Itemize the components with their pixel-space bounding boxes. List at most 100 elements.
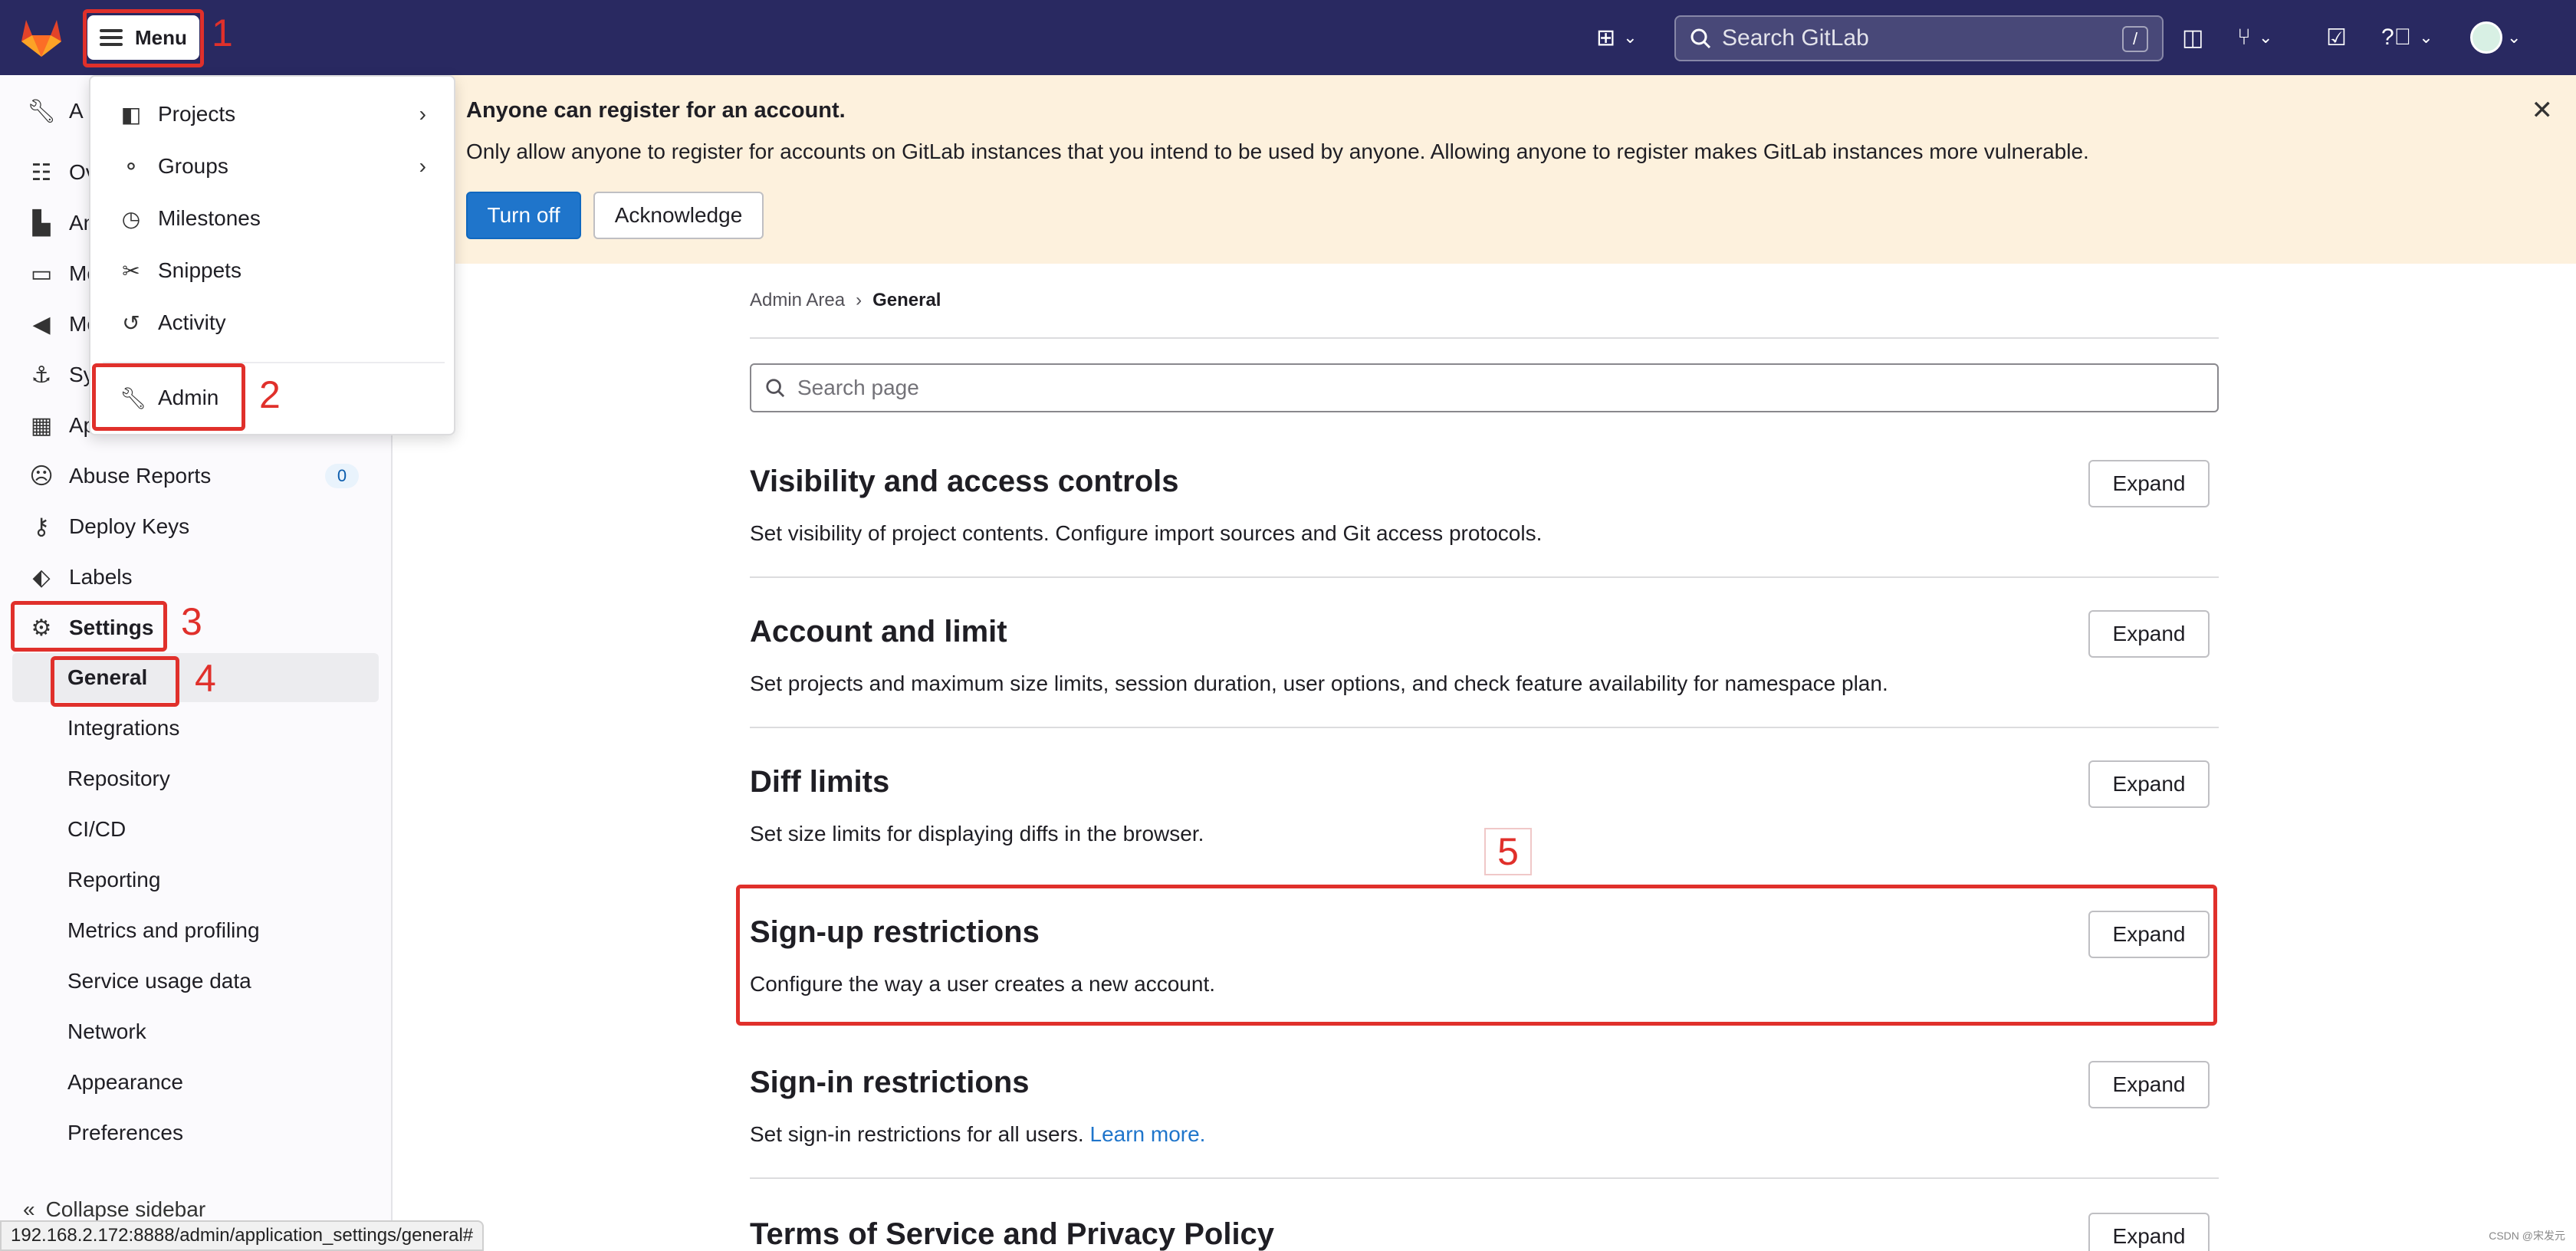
collapse-sidebar-label: Collapse sidebar bbox=[45, 1197, 206, 1221]
sidebar-item-labels[interactable]: ⬖ Labels bbox=[12, 555, 379, 599]
key-icon: ⚷ bbox=[33, 514, 50, 540]
annotation-box-settings bbox=[11, 601, 167, 652]
chevron-down-icon: ⌄ bbox=[2419, 28, 2433, 47]
expand-button[interactable]: Expand bbox=[2088, 1061, 2210, 1108]
breadcrumb: Admin Area › General bbox=[750, 290, 941, 311]
slight-frown-icon: ☹︎ bbox=[29, 463, 54, 489]
sidebar-subitem-label: Integrations bbox=[67, 716, 180, 740]
section-description: Set size limits for displaying diffs in … bbox=[750, 822, 1204, 845]
turn-off-button[interactable]: Turn off bbox=[466, 192, 581, 239]
registration-warning-banner: Anyone can register for an account. Only… bbox=[393, 75, 2576, 264]
expand-button[interactable]: Expand bbox=[2088, 460, 2210, 507]
expand-button[interactable]: Expand bbox=[2088, 760, 2210, 808]
breadcrumb-separator: › bbox=[856, 290, 863, 310]
sidebar-subitem-preferences[interactable]: Preferences bbox=[12, 1108, 379, 1157]
breadcrumb-parent[interactable]: Admin Area bbox=[750, 290, 845, 311]
sidebar-item-label: Deploy Keys bbox=[69, 514, 190, 538]
menu-item-milestones[interactable]: ◷ Milestones bbox=[90, 193, 454, 244]
sidebar-item-label: Abuse Reports bbox=[69, 464, 212, 488]
project-icon: ◧ bbox=[120, 102, 142, 126]
annotation-number: 3 bbox=[181, 600, 202, 643]
todo-icon[interactable]: ☑ bbox=[2326, 20, 2347, 55]
collapse-sidebar-button[interactable]: « Collapse sidebar bbox=[23, 1197, 205, 1222]
acknowledge-button[interactable]: Acknowledge bbox=[593, 192, 764, 239]
menu-item-projects[interactable]: ◧ Projects › bbox=[90, 89, 454, 140]
sidebar-subitem-label: Appearance bbox=[67, 1070, 184, 1094]
issues-icon[interactable]: ◫ bbox=[2182, 20, 2203, 55]
learn-more-link[interactable]: Learn more. bbox=[1090, 1122, 1206, 1146]
menu-item-groups[interactable]: ⚬ Groups › bbox=[90, 141, 454, 192]
section-title: Visibility and access controls bbox=[750, 465, 1179, 498]
annotation-number: 4 bbox=[195, 657, 216, 700]
sidebar-subitem-metrics[interactable]: Metrics and profiling bbox=[12, 906, 379, 955]
applications-icon: ▦ bbox=[30, 412, 53, 438]
settings-section-signin-restrictions: Sign-in restrictions Set sign-in restric… bbox=[750, 1046, 2219, 1179]
new-item-dropdown[interactable]: ⊞ ⌄ bbox=[1596, 20, 1638, 55]
label-icon: ⬖ bbox=[32, 564, 51, 590]
menu-item-label: Milestones bbox=[158, 206, 261, 230]
chart-icon: ▙ bbox=[32, 210, 51, 236]
section-title: Terms of Service and Privacy Policy bbox=[750, 1217, 1275, 1251]
merge-request-icon: ⑂ bbox=[2237, 25, 2251, 50]
menu-item-activity[interactable]: ↺ Activity bbox=[90, 297, 454, 348]
menu-item-label: Activity bbox=[158, 310, 226, 334]
clock-icon: ◷ bbox=[121, 206, 141, 231]
search-page-input[interactable]: Search page bbox=[750, 363, 2219, 412]
count-badge: 0 bbox=[325, 464, 359, 488]
anchor-icon: ⚓︎ bbox=[31, 362, 52, 388]
sidebar-subitem-cicd[interactable]: CI/CD bbox=[12, 805, 379, 854]
section-description: Set sign-in restrictions for all users. … bbox=[750, 1122, 1205, 1147]
group-icon: ⚬ bbox=[122, 154, 140, 179]
watermark: CSDN @宋发元 bbox=[2489, 1230, 2565, 1242]
divider bbox=[750, 727, 2219, 728]
avatar[interactable] bbox=[2470, 21, 2502, 54]
close-icon[interactable]: ✕ bbox=[2532, 95, 2554, 126]
sidebar-subitem-label: Metrics and profiling bbox=[67, 918, 260, 942]
search-gitlab-input[interactable]: Search GitLab / bbox=[1674, 15, 2164, 61]
help-icon: ?⃝ bbox=[2381, 25, 2412, 50]
search-page-placeholder: Search page bbox=[797, 376, 919, 399]
sidebar-subitem-reporting[interactable]: Reporting bbox=[12, 855, 379, 905]
menu-item-snippets[interactable]: ✂︎ Snippets bbox=[90, 245, 454, 296]
settings-section-account-limit: Account and limit Set projects and maxim… bbox=[750, 595, 2219, 728]
menu-item-label: Projects bbox=[158, 102, 236, 126]
annotation-box-signup bbox=[736, 885, 2217, 1026]
search-placeholder: Search GitLab bbox=[1722, 25, 1869, 51]
section-description: Set projects and maximum size limits, se… bbox=[750, 671, 1888, 695]
annotation-box-admin bbox=[92, 363, 245, 431]
sidebar-item-deploy-keys[interactable]: ⚷ Deploy Keys bbox=[12, 504, 379, 549]
breadcrumb-current: General bbox=[872, 290, 941, 310]
sidebar-subitem-appearance[interactable]: Appearance bbox=[12, 1058, 379, 1107]
annotation-number: 5 bbox=[1484, 828, 1532, 875]
sidebar-partial-label: A bbox=[69, 99, 84, 123]
bullhorn-icon: ◀ bbox=[32, 311, 51, 337]
search-icon bbox=[766, 379, 785, 398]
divider bbox=[750, 576, 2219, 578]
sidebar-subitem-service-usage[interactable]: Service usage data bbox=[12, 957, 379, 1006]
chevron-down-icon: ⌄ bbox=[1623, 28, 1638, 47]
plus-square-icon: ⊞ bbox=[1596, 25, 1616, 51]
section-title: Account and limit bbox=[750, 615, 1007, 648]
help-dropdown[interactable]: ?⃝ ⌄ bbox=[2381, 20, 2433, 55]
history-icon: ↺ bbox=[122, 310, 140, 335]
banner-title: Anyone can register for an account. bbox=[466, 98, 846, 123]
annotation-number: 2 bbox=[259, 373, 281, 416]
monitor-icon: ▭ bbox=[30, 261, 53, 287]
divider bbox=[750, 1177, 2219, 1179]
sidebar-subitem-integrations[interactable]: Integrations bbox=[12, 704, 379, 753]
section-title: Diff limits bbox=[750, 765, 890, 799]
annotation-number: 1 bbox=[212, 11, 233, 54]
expand-button[interactable]: Expand bbox=[2088, 610, 2210, 658]
sidebar-subitem-repository[interactable]: Repository bbox=[12, 754, 379, 803]
sidebar-subitem-label: Reporting bbox=[67, 868, 161, 891]
shortcut-key: / bbox=[2122, 26, 2148, 52]
merge-requests-dropdown[interactable]: ⑂ ⌄ bbox=[2237, 20, 2272, 55]
annotation-box-general bbox=[51, 656, 179, 707]
gitlab-logo-icon[interactable] bbox=[18, 15, 64, 58]
sidebar-subitem-network[interactable]: Network bbox=[12, 1007, 379, 1056]
divider bbox=[750, 337, 2219, 339]
expand-button[interactable]: Expand bbox=[2088, 1213, 2210, 1251]
sidebar-item-abuse-reports[interactable]: ☹︎ Abuse Reports 0 bbox=[12, 454, 379, 498]
chevron-down-icon[interactable]: ⌄ bbox=[2507, 20, 2521, 55]
settings-section-visibility: Visibility and access controls Set visib… bbox=[750, 445, 2219, 578]
